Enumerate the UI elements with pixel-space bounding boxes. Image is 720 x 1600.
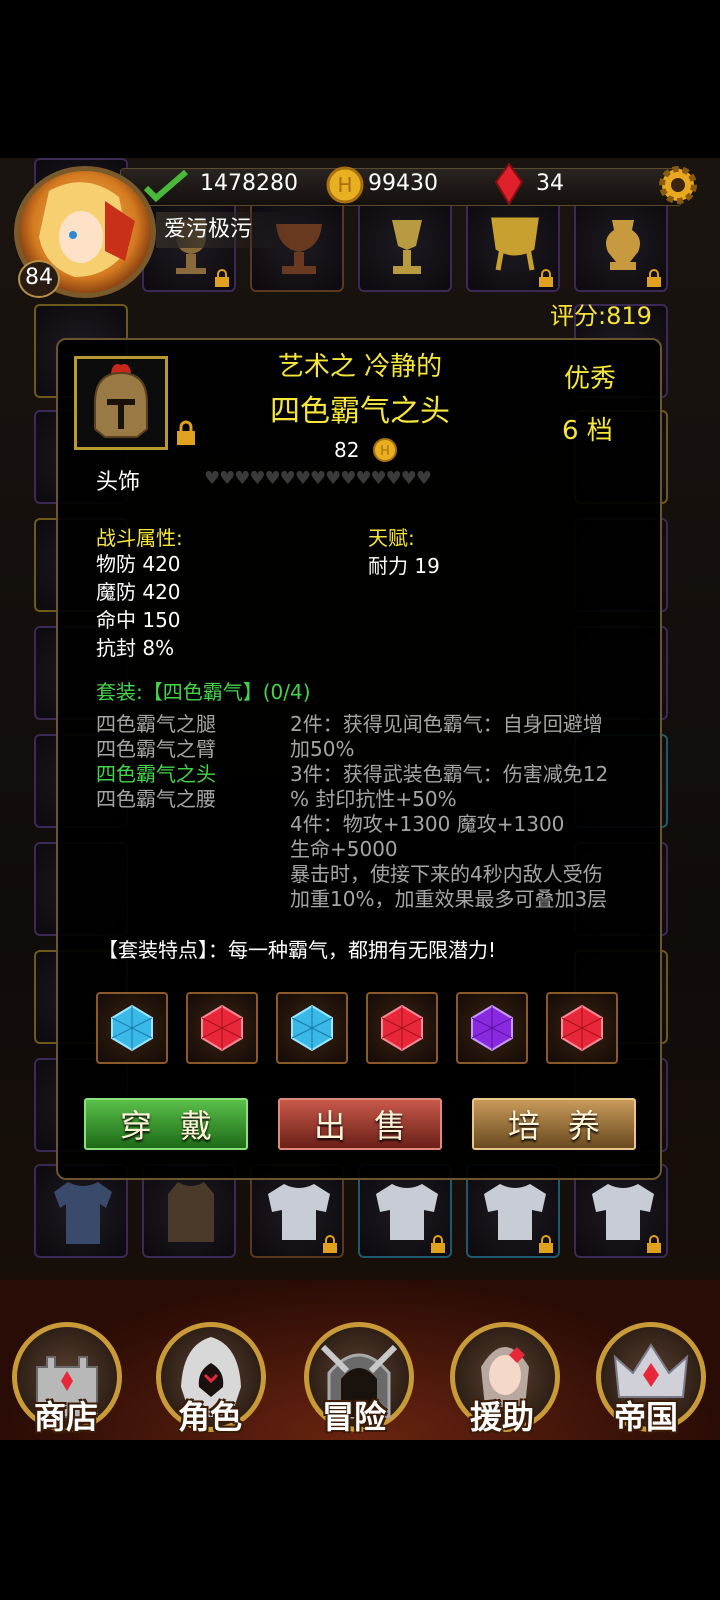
blue-gem-icon (111, 1004, 153, 1052)
inventory-slot[interactable] (358, 198, 452, 292)
set-header: 套装:【四色霸气】(0/4) (96, 680, 311, 704)
lock-icon (539, 269, 553, 287)
nav-assist-label: 援助 (470, 1398, 535, 1436)
helmet-icon (94, 364, 148, 438)
lock-icon (431, 1235, 445, 1253)
combat-stat: 抗封 8% (96, 636, 175, 660)
train-button[interactable]: 培养 (472, 1098, 636, 1150)
combat-stat: 物防 420 (96, 552, 181, 576)
gem-socket-red[interactable] (546, 992, 618, 1064)
combat-stat: 魔防 420 (96, 580, 181, 604)
svg-text:H: H (337, 173, 352, 197)
nav-empire-label: 帝国 (614, 1398, 679, 1436)
set-piece: 四色霸气之臂 (96, 737, 216, 761)
red-gem-icon (561, 1004, 603, 1052)
talent-stat: 耐力 19 (368, 554, 440, 578)
settings-gear-icon[interactable] (654, 162, 702, 208)
item-name: 四色霸气之头 (270, 394, 450, 429)
set-bonus-line: % 封印抗性+50% (290, 787, 457, 811)
item-icon-frame (74, 356, 168, 450)
set-feature-text: 【套装特点】：每一种霸气，都拥有无限潜力! (98, 938, 497, 962)
red-gem-icon (381, 1004, 423, 1052)
red-gem-icon (494, 162, 524, 206)
set-bonus-line: 4件：物攻+1300 魔攻+1300 (290, 812, 565, 836)
item-tier: 6 档 (562, 416, 613, 446)
gem-socket-blue[interactable] (276, 992, 348, 1064)
nav-shop-label: 商店 (34, 1398, 99, 1436)
cloth-armor-icon (54, 1182, 112, 1244)
item-prefix: 艺术之 冷静的 (277, 352, 443, 382)
sell-button[interactable]: 出售 (278, 1098, 442, 1150)
talent-header: 天赋: (368, 526, 415, 550)
item-slot-type: 头饰 (96, 470, 141, 495)
set-piece: 四色霸气之腰 (96, 787, 216, 811)
set-piece: 四色霸气之腿 (96, 712, 216, 736)
equip-button[interactable]: 穿戴 (84, 1098, 248, 1150)
set-bonus-line: 暴击时，使接下来的4秒内敌人受伤 (290, 862, 603, 886)
set-piece-active: 四色霸气之头 (96, 762, 216, 786)
set-pieces-list: 四色霸气之腿 四色霸气之臂 四色霸气之头 四色霸气之腰 (96, 712, 216, 812)
gold-value: 99430 (368, 171, 438, 196)
set-bonus-line: 生命+5000 (290, 837, 398, 861)
price-coin-icon: H (373, 438, 397, 462)
gold-coin-icon: H (326, 166, 364, 204)
combat-stat: 命中 150 (96, 608, 181, 632)
nav-character-label: 角色 (178, 1398, 243, 1436)
leather-armor-icon (168, 1182, 214, 1242)
chalice-icon (392, 220, 422, 274)
hearts-row: ♥♥♥♥♥♥♥♥♥♥♥♥♥♥♥ (204, 468, 432, 489)
equipment-score: 评分:819 (550, 302, 652, 330)
set-bonus-line: 加50% (290, 737, 355, 761)
svg-text:H: H (380, 444, 390, 459)
player-name: 爱污极污 (156, 212, 294, 248)
set-bonus-line: 加重10%，加重效果最多可叠加3层 (290, 887, 608, 911)
purple-gem-icon (471, 1004, 513, 1052)
item-price: 82 (334, 438, 360, 462)
gem-socket-red[interactable] (366, 992, 438, 1064)
set-bonus-line: 2件：获得见闻色霸气：自身回避增 (290, 712, 603, 736)
gem-socket-red[interactable] (186, 992, 258, 1064)
lock-icon (539, 1235, 553, 1253)
item-lock-icon[interactable] (174, 420, 198, 446)
inventory-slot[interactable] (574, 198, 668, 292)
blue-gem-icon (291, 1004, 333, 1052)
experience-value: 1478280 (200, 171, 298, 196)
nav-adventure-label: 冒险 (322, 1398, 387, 1436)
gem-value: 34 (536, 171, 564, 196)
lock-icon (215, 269, 229, 287)
combat-stats-header: 战斗属性: (96, 526, 183, 550)
inventory-slot[interactable] (466, 198, 560, 292)
set-bonuses-list: 2件：获得见闻色霸气：自身回避增 加50% 3件：获得武装色霸气：伤害减免12 … (290, 712, 608, 912)
gem-socket-blue[interactable] (96, 992, 168, 1064)
red-gem-icon (201, 1004, 243, 1052)
gem-socket-purple[interactable] (456, 992, 528, 1064)
item-quality: 优秀 (564, 364, 617, 394)
player-level-badge: 84 (18, 260, 60, 298)
combat-stats-list: 物防 420 魔防 420 命中 150 抗封 8% (96, 550, 181, 662)
lock-icon (647, 269, 661, 287)
set-bonus-line: 3件：获得武装色霸气：伤害减免12 (290, 762, 609, 786)
lock-icon (323, 1235, 337, 1253)
lock-icon (647, 1235, 661, 1253)
